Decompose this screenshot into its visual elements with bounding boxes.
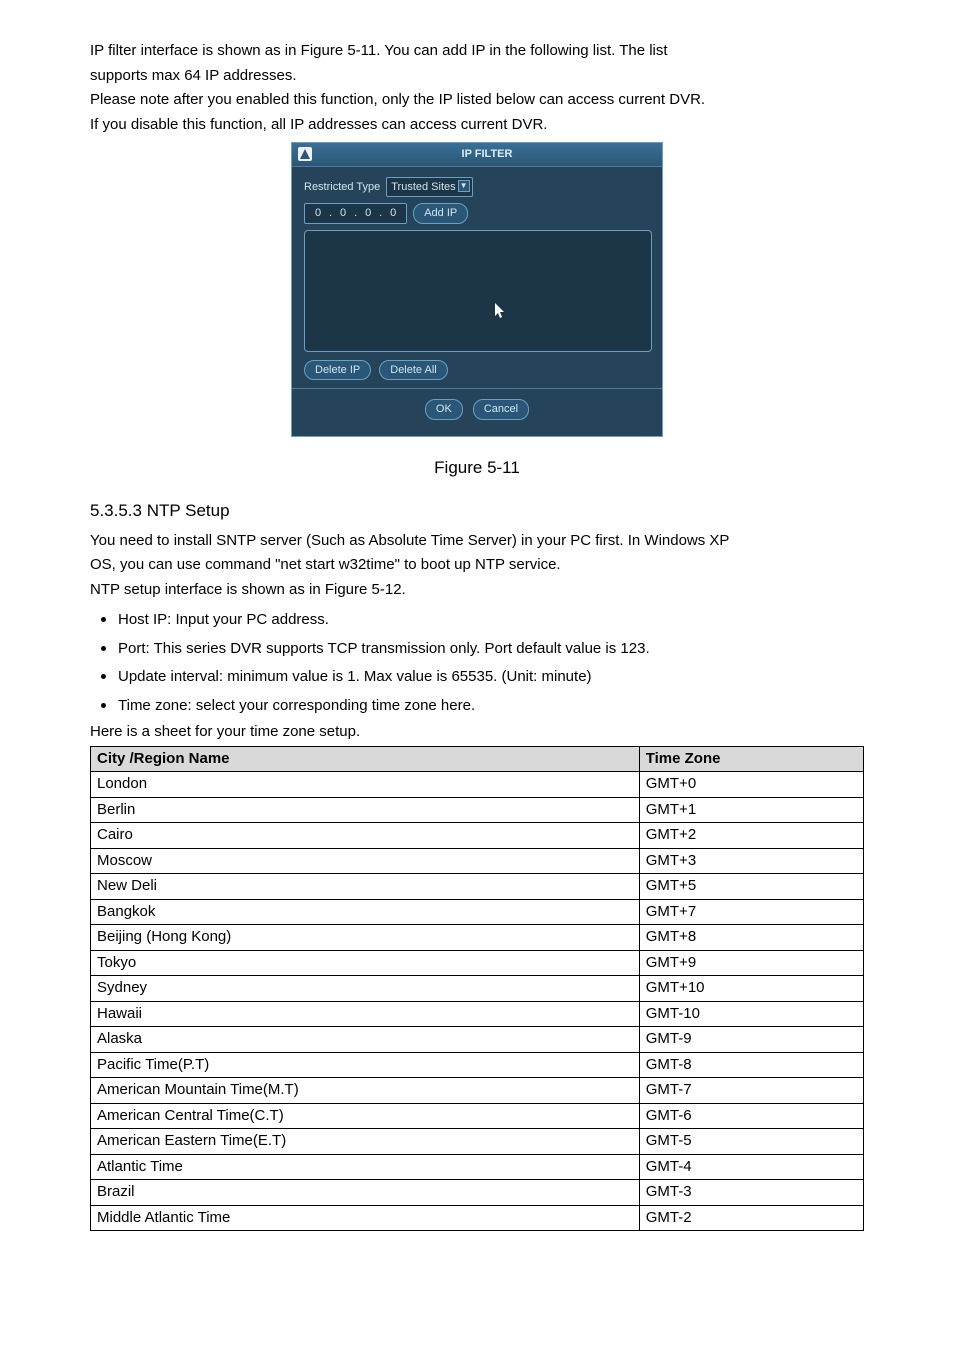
table-cell: Hawaii [91, 1001, 640, 1027]
table-cell: GMT-5 [639, 1129, 863, 1155]
table-row: MoscowGMT+3 [91, 848, 864, 874]
table-cell: American Eastern Time(E.T) [91, 1129, 640, 1155]
table-row: LondonGMT+0 [91, 772, 864, 798]
table-cell: GMT-4 [639, 1154, 863, 1180]
table-cell: Moscow [91, 848, 640, 874]
table-row: HawaiiGMT-10 [91, 1001, 864, 1027]
ip-octet[interactable]: 0 [359, 205, 377, 222]
restricted-type-select[interactable]: Trusted Sites ▼ [386, 177, 472, 198]
table-cell: GMT+8 [639, 925, 863, 951]
table-row: American Central Time(C.T)GMT-6 [91, 1103, 864, 1129]
chevron-down-icon: ▼ [458, 180, 470, 192]
delete-ip-button[interactable]: Delete IP [304, 360, 371, 381]
dialog-title: IP FILTER [318, 146, 656, 163]
cursor-icon [495, 303, 507, 325]
table-cell: GMT+7 [639, 899, 863, 925]
table-cell: American Central Time(C.T) [91, 1103, 640, 1129]
table-cell: New Deli [91, 874, 640, 900]
table-header: City /Region Name [91, 746, 640, 772]
table-cell: GMT-10 [639, 1001, 863, 1027]
table-row: BrazilGMT-3 [91, 1180, 864, 1206]
delete-all-button[interactable]: Delete All [379, 360, 447, 381]
table-row: BerlinGMT+1 [91, 797, 864, 823]
table-cell: London [91, 772, 640, 798]
table-cell: GMT+3 [639, 848, 863, 874]
table-header: Time Zone [639, 746, 863, 772]
table-cell: Beijing (Hong Kong) [91, 925, 640, 951]
table-cell: Berlin [91, 797, 640, 823]
table-cell: American Mountain Time(M.T) [91, 1078, 640, 1104]
table-cell: GMT-7 [639, 1078, 863, 1104]
table-row: CairoGMT+2 [91, 823, 864, 849]
table-row: Pacific Time(P.T)GMT-8 [91, 1052, 864, 1078]
body-text: You need to install SNTP server (Such as… [90, 530, 864, 553]
ip-input[interactable]: 0. 0. 0. 0 [304, 203, 407, 224]
bullet-item: Update interval: minimum value is 1. Max… [118, 662, 864, 689]
add-ip-button[interactable]: Add IP [413, 203, 468, 224]
table-row: AlaskaGMT-9 [91, 1027, 864, 1053]
table-row: American Mountain Time(M.T)GMT-7 [91, 1078, 864, 1104]
body-text: OS, you can use command "net start w32ti… [90, 554, 864, 577]
dialog-titlebar: IP FILTER [292, 143, 662, 167]
table-cell: GMT-6 [639, 1103, 863, 1129]
intro-line: Please note after you enabled this funct… [90, 89, 864, 112]
body-text: NTP setup interface is shown as in Figur… [90, 579, 864, 602]
body-text: Here is a sheet for your time zone setup… [90, 721, 864, 744]
table-row: American Eastern Time(E.T)GMT-5 [91, 1129, 864, 1155]
table-cell: Bangkok [91, 899, 640, 925]
table-cell: GMT+2 [639, 823, 863, 849]
intro-line: If you disable this function, all IP add… [90, 114, 864, 137]
figure-caption: Figure 5-11 [90, 455, 864, 481]
table-cell: GMT+5 [639, 874, 863, 900]
table-row: Atlantic TimeGMT-4 [91, 1154, 864, 1180]
table-cell: GMT-2 [639, 1205, 863, 1231]
table-row: New DeliGMT+5 [91, 874, 864, 900]
ip-octet[interactable]: 0 [334, 205, 352, 222]
ip-octet[interactable]: 0 [384, 205, 402, 222]
restricted-type-value: Trusted Sites [391, 181, 455, 193]
intro-line: IP filter interface is shown as in Figur… [90, 40, 864, 63]
table-cell: GMT-8 [639, 1052, 863, 1078]
bullet-list: Host IP: Input your PC address. Port: Th… [90, 605, 864, 717]
table-cell: GMT+1 [639, 797, 863, 823]
bullet-item: Host IP: Input your PC address. [118, 605, 864, 632]
table-cell: Atlantic Time [91, 1154, 640, 1180]
ip-filter-dialog: IP FILTER Restricted Type Trusted Sites … [291, 142, 663, 437]
bullet-item: Port: This series DVR supports TCP trans… [118, 634, 864, 661]
table-row: Middle Atlantic TimeGMT-2 [91, 1205, 864, 1231]
table-cell: GMT+10 [639, 976, 863, 1002]
table-cell: Brazil [91, 1180, 640, 1206]
divider [292, 388, 662, 389]
figure-screenshot: IP FILTER Restricted Type Trusted Sites … [90, 142, 864, 437]
cancel-button[interactable]: Cancel [473, 399, 529, 420]
table-cell: GMT+9 [639, 950, 863, 976]
table-cell: Tokyo [91, 950, 640, 976]
table-cell: GMT-9 [639, 1027, 863, 1053]
table-cell: Pacific Time(P.T) [91, 1052, 640, 1078]
table-row: Beijing (Hong Kong)GMT+8 [91, 925, 864, 951]
dialog-icon [298, 147, 312, 161]
timezone-table: City /Region Name Time Zone LondonGMT+0B… [90, 746, 864, 1232]
table-cell: GMT+0 [639, 772, 863, 798]
table-row: TokyoGMT+9 [91, 950, 864, 976]
section-heading: 5.3.5.3 NTP Setup [90, 498, 864, 524]
table-row: SydneyGMT+10 [91, 976, 864, 1002]
intro-line: supports max 64 IP addresses. [90, 65, 864, 88]
ok-button[interactable]: OK [425, 399, 463, 420]
table-cell: Alaska [91, 1027, 640, 1053]
restricted-type-label: Restricted Type [304, 179, 380, 196]
bullet-item: Time zone: select your corresponding tim… [118, 691, 864, 718]
table-cell: GMT-3 [639, 1180, 863, 1206]
table-cell: Middle Atlantic Time [91, 1205, 640, 1231]
table-cell: Cairo [91, 823, 640, 849]
ip-octet[interactable]: 0 [309, 205, 327, 222]
table-row: BangkokGMT+7 [91, 899, 864, 925]
ip-list[interactable] [304, 230, 652, 352]
table-cell: Sydney [91, 976, 640, 1002]
